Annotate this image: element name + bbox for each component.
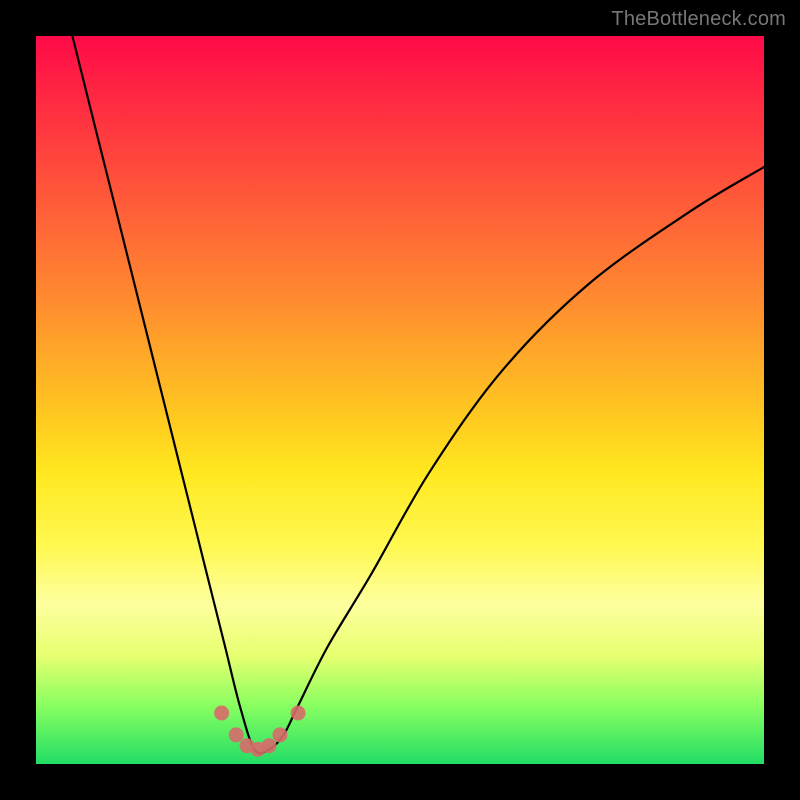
curve-marker [262,738,277,753]
marker-group [214,706,306,757]
curve-marker [291,706,306,721]
curve-marker [229,727,244,742]
bottleneck-curve [72,36,764,753]
curve-marker [214,706,229,721]
chart-plot-area [36,36,764,764]
chart-frame: TheBottleneck.com [0,0,800,800]
watermark-text: TheBottleneck.com [611,8,786,31]
chart-svg [36,36,764,764]
curve-marker [272,727,287,742]
